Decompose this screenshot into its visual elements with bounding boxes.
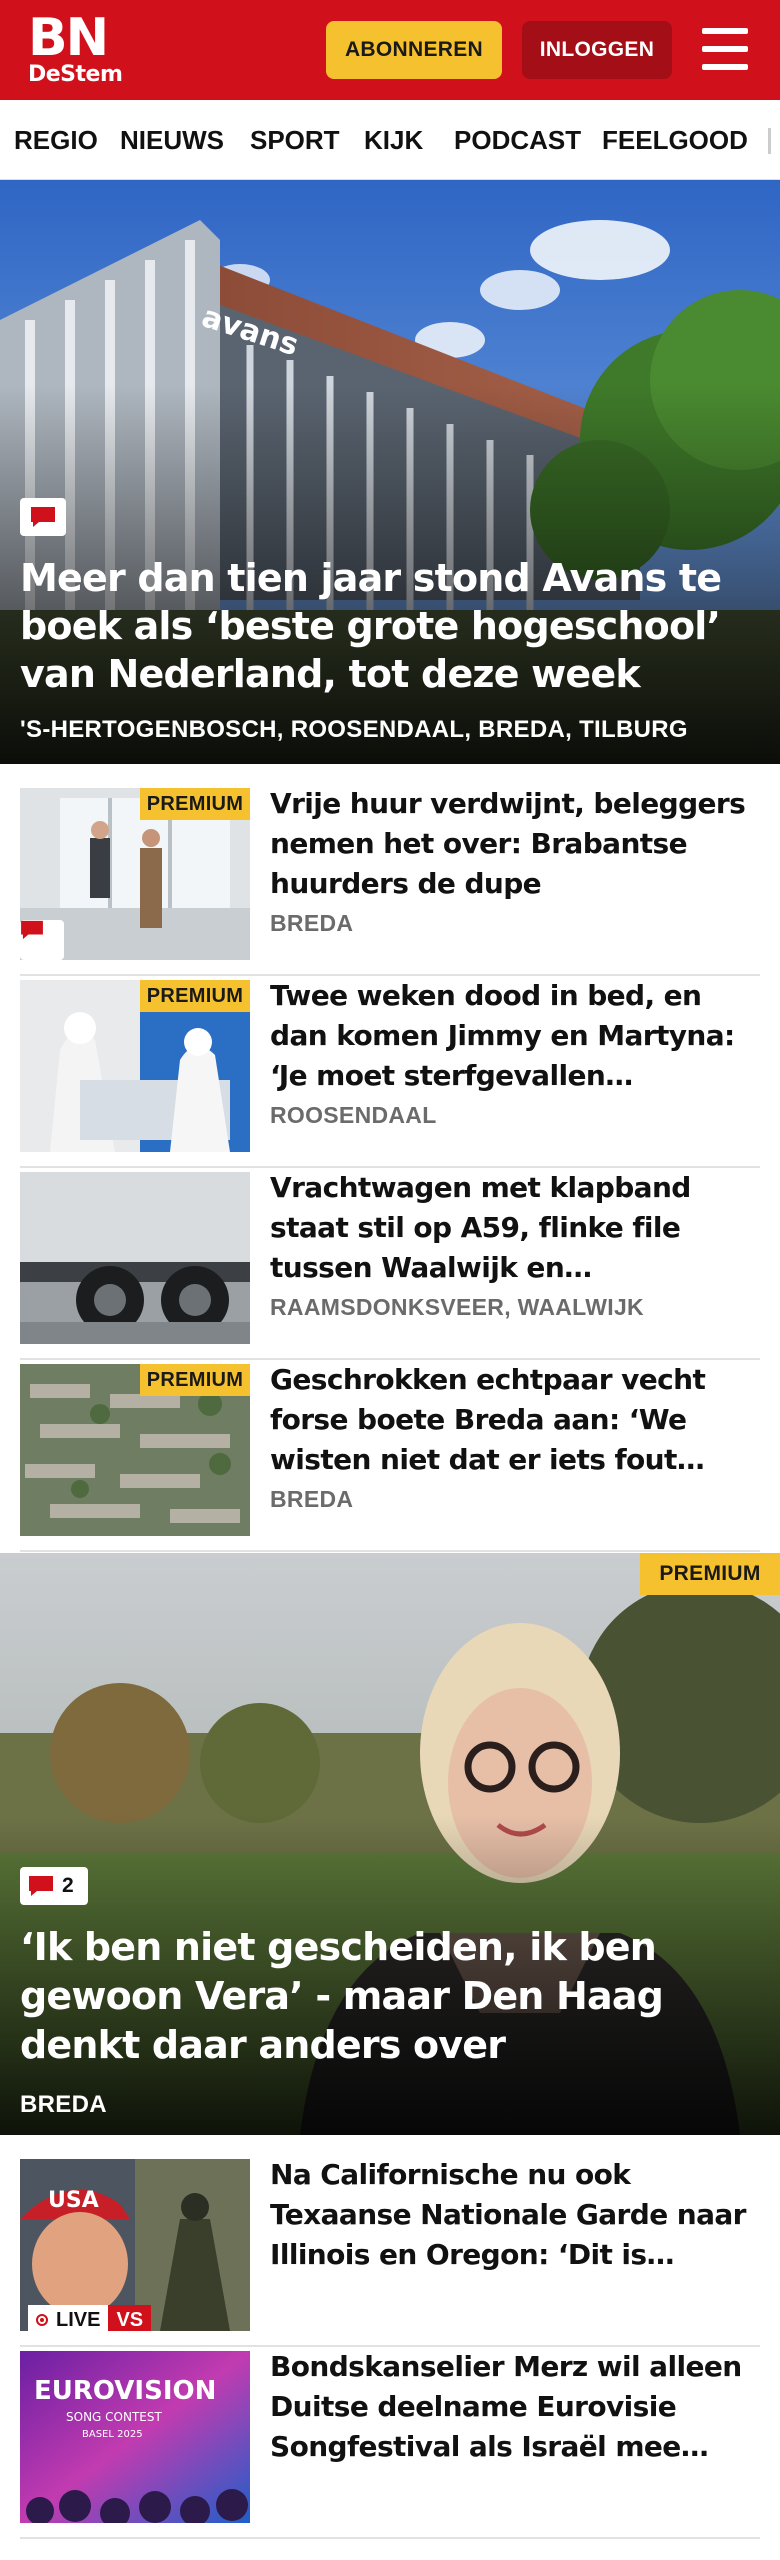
- article-title[interactable]: Vrije huur verdwijnt, beleggers nemen he…: [270, 784, 750, 904]
- feature-article[interactable]: PREMIUM 2 ‘Ik ben niet gescheiden, ik be…: [0, 1553, 780, 2135]
- eurovision-logo-sub: SONG CONTEST: [66, 2410, 162, 2424]
- comment-count: 2: [62, 1874, 74, 1897]
- site-logo[interactable]: BN DeStem: [28, 8, 123, 87]
- article-title[interactable]: Vrachtwagen met klapband staat stil op A…: [270, 1168, 750, 1288]
- comment-badge: [20, 920, 64, 960]
- nav-tab-sport[interactable]: SPORT: [250, 100, 340, 179]
- premium-badge: PREMIUM: [140, 788, 250, 820]
- hero-location: 'S-HERTOGENBOSCH, ROOSENDAAL, BREDA, TIL…: [20, 716, 688, 743]
- live-badge: LIVE VS: [28, 2305, 152, 2331]
- eurovision-logo-city: BASEL 2025: [82, 2429, 143, 2440]
- hamburger-menu-icon[interactable]: [700, 26, 750, 72]
- article-thumbnail: PREMIUM: [20, 980, 250, 1152]
- nav-tab-kijk[interactable]: KIJK: [364, 100, 423, 179]
- section-nav: REGIO NIEUWS SPORT KIJK PODCAST FEELGOOD: [0, 100, 780, 180]
- feature-title[interactable]: ‘Ik ben niet gescheiden, ik ben gewoon V…: [20, 1923, 765, 2070]
- article-thumbnail: PREMIUM: [20, 788, 250, 960]
- list-item[interactable]: EUROVISION SONG CONTEST BASEL 2025 Bonds…: [20, 2347, 760, 2539]
- comment-icon: [31, 507, 55, 527]
- list-item[interactable]: Vrachtwagen met klapband staat stil op A…: [20, 1168, 760, 1360]
- premium-badge: PREMIUM: [640, 1553, 780, 1595]
- subscribe-button[interactable]: ABONNEREN: [326, 21, 502, 79]
- comment-icon: [21, 920, 43, 940]
- nav-tab-podcast[interactable]: PODCAST: [454, 100, 581, 179]
- usa-cap-text: USA: [48, 2188, 99, 2213]
- list-item[interactable]: PREMIUM Geschrokken echtpaar vecht forse…: [20, 1360, 760, 1552]
- list-item[interactable]: USA LIVE VS Na Californische nu ook Texa…: [20, 2155, 760, 2347]
- live-dot-icon: [36, 2314, 48, 2326]
- article-location: BREDA: [270, 1486, 354, 1512]
- vs-label: VS: [108, 2305, 152, 2331]
- article-location: RAAMSDONKSVEER, WAALWIJK: [270, 1294, 644, 1320]
- live-label: LIVE: [56, 2308, 101, 2331]
- article-title[interactable]: Twee weken dood in bed, en dan komen Jim…: [270, 976, 750, 1096]
- feature-location: BREDA: [20, 2091, 107, 2118]
- article-title[interactable]: Na Californische nu ook Texaanse Nationa…: [270, 2155, 750, 2275]
- nav-overflow-indicator: [768, 128, 771, 154]
- comment-badge: [20, 498, 66, 536]
- comment-icon: [29, 1876, 53, 1896]
- article-thumbnail: [20, 1172, 250, 1344]
- hero-article[interactable]: avans Meer dan tien jaar stond Avans te …: [0, 180, 780, 764]
- article-thumbnail: PREMIUM: [20, 1364, 250, 1536]
- article-location: ROOSENDAAL: [270, 1102, 437, 1128]
- article-location: BREDA: [270, 910, 354, 936]
- article-title[interactable]: Bondskanselier Merz wil alleen Duitse de…: [270, 2347, 750, 2467]
- article-thumbnail: USA LIVE VS: [20, 2159, 250, 2331]
- article-thumbnail: EUROVISION SONG CONTEST BASEL 2025: [20, 2351, 250, 2523]
- premium-badge: PREMIUM: [140, 980, 250, 1012]
- comment-badge: 2: [20, 1867, 88, 1905]
- top-bar: BN DeStem ABONNEREN INLOGGEN: [0, 0, 780, 100]
- eurovision-logo-text: EUROVISION: [34, 2376, 216, 2406]
- nav-tab-nieuws[interactable]: NIEUWS: [120, 100, 224, 179]
- nav-tab-regio[interactable]: REGIO: [14, 100, 98, 179]
- list-item[interactable]: PREMIUM Vrije huur verdwijnt, beleggers …: [20, 784, 760, 976]
- list-item[interactable]: PREMIUM Twee weken dood in bed, en dan k…: [20, 976, 760, 1168]
- article-title[interactable]: Geschrokken echtpaar vecht forse boete B…: [270, 1360, 750, 1480]
- login-button[interactable]: INLOGGEN: [522, 21, 672, 79]
- logo-sub: DeStem: [28, 62, 123, 87]
- logo-main: BN: [28, 8, 109, 68]
- nav-tab-feelgood[interactable]: FEELGOOD: [602, 100, 748, 179]
- premium-badge: PREMIUM: [140, 1364, 250, 1396]
- hero-title[interactable]: Meer dan tien jaar stond Avans te boek a…: [20, 554, 760, 698]
